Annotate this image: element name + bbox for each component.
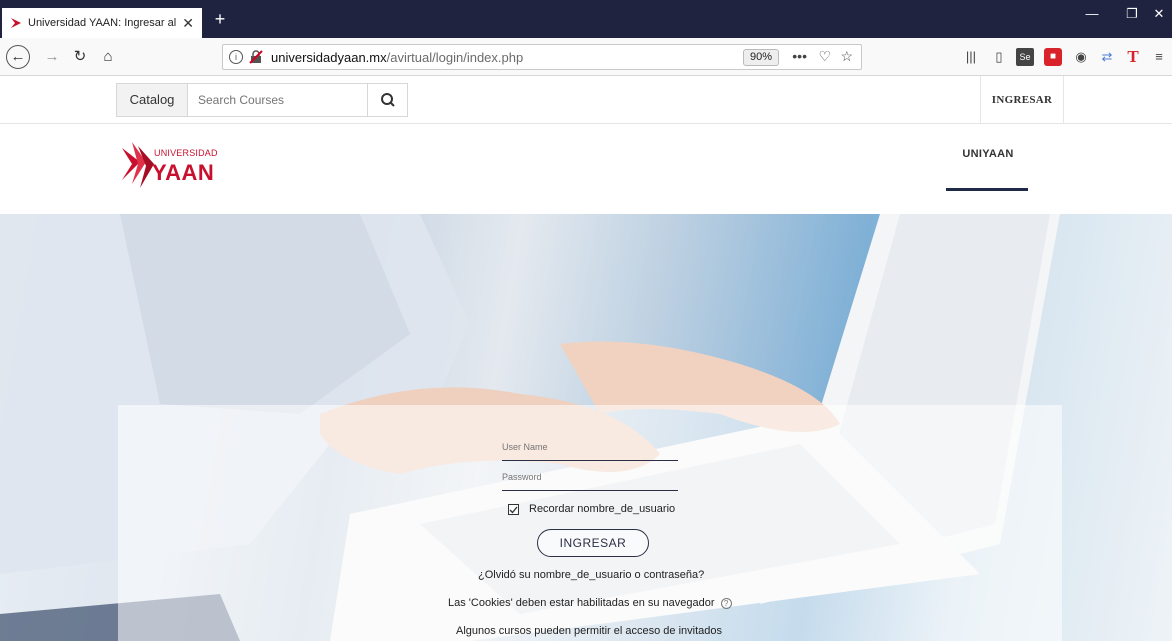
- logo-line-2: YAAN: [152, 160, 215, 185]
- translate-extension-icon[interactable]: ⇄: [1098, 48, 1116, 66]
- browser-navigation-bar: ← → ↻ ⌂ i universidadyaan.mx/avirtual/lo…: [0, 38, 1172, 76]
- search-button[interactable]: [368, 83, 408, 117]
- adblock-extension-icon[interactable]: ■: [1044, 48, 1062, 66]
- home-icon[interactable]: ⌂: [96, 45, 120, 69]
- password-field[interactable]: [502, 469, 678, 491]
- login-submit-button[interactable]: INGRESAR: [537, 529, 649, 557]
- cookies-notice: Las 'Cookies' deben estar habilitadas en…: [448, 597, 732, 609]
- logo-line-1: UNIVERSIDAD: [154, 148, 218, 158]
- site-top-bar: Catalog INGRESAR: [0, 76, 1172, 124]
- pocket-icon[interactable]: ♡: [818, 48, 831, 65]
- url-bar[interactable]: i universidadyaan.mx/avirtual/login/inde…: [222, 44, 862, 70]
- insecure-lock-icon[interactable]: [249, 50, 263, 64]
- sidebar-icon[interactable]: ▯: [990, 48, 1008, 66]
- reload-icon[interactable]: ↻: [68, 45, 92, 69]
- checkmark-icon: [509, 506, 518, 513]
- zoom-level-badge[interactable]: 90%: [742, 49, 779, 66]
- back-arrow-icon[interactable]: ←: [6, 45, 30, 69]
- guest-access-notice: Algunos cursos pueden permitir el acceso…: [456, 625, 722, 637]
- remember-username-checkbox[interactable]: [508, 503, 519, 515]
- search-courses-input[interactable]: [188, 83, 368, 117]
- search-icon: [381, 93, 395, 107]
- info-icon[interactable]: i: [229, 50, 243, 64]
- username-field[interactable]: [502, 439, 678, 461]
- account-icon[interactable]: ◉: [1072, 48, 1090, 66]
- minimize-icon[interactable]: —: [1072, 6, 1112, 21]
- menu-hamburger-icon[interactable]: ≡: [1150, 48, 1168, 66]
- bookmark-star-icon[interactable]: ☆: [840, 48, 853, 65]
- page-actions-icon[interactable]: •••: [792, 48, 807, 64]
- library-icon[interactable]: |||: [962, 48, 980, 66]
- site-header: UNIVERSIDAD YAAN UNIYAAN: [0, 124, 1172, 214]
- forgot-credentials-link[interactable]: ¿Olvidó su nombre_de_usuario o contraseñ…: [478, 569, 704, 581]
- tab-title: Universidad YAAN: Ingresar al s: [28, 17, 179, 29]
- remember-username-row[interactable]: Recordar nombre_de_usuario: [508, 503, 675, 515]
- hero-background-image: Recordar nombre_de_usuario INGRESAR ¿Olv…: [0, 214, 1172, 641]
- selenium-extension-icon[interactable]: Se: [1016, 48, 1034, 66]
- login-top-link[interactable]: INGRESAR: [980, 76, 1064, 124]
- cookies-notice-text: Las 'Cookies' deben estar habilitadas en…: [448, 597, 715, 609]
- help-icon[interactable]: ?: [720, 597, 732, 609]
- menu-item-uniyaan[interactable]: UNIYAAN: [948, 148, 1028, 160]
- forward-arrow-icon[interactable]: →: [40, 45, 64, 69]
- tab-close-icon[interactable]: ✕: [182, 15, 194, 32]
- text-extension-icon[interactable]: T: [1124, 48, 1142, 66]
- new-tab-button[interactable]: +: [208, 8, 232, 32]
- close-window-icon[interactable]: ✕: [1146, 6, 1172, 22]
- universidad-yaan-logo[interactable]: UNIVERSIDAD YAAN: [118, 134, 228, 198]
- menu-active-indicator: [946, 188, 1028, 191]
- url-domain: universidadyaan.mx: [271, 49, 387, 65]
- url-path: /avirtual/login/index.php: [386, 49, 524, 65]
- yaan-favicon-icon: [10, 17, 22, 29]
- remember-username-label: Recordar nombre_de_usuario: [529, 503, 676, 515]
- browser-tab-bar: Universidad YAAN: Ingresar al s ✕ + — ❐ …: [0, 0, 1172, 38]
- login-form-panel: Recordar nombre_de_usuario INGRESAR ¿Olv…: [118, 405, 1062, 641]
- browser-tab[interactable]: Universidad YAAN: Ingresar al s ✕: [2, 8, 202, 38]
- catalog-button[interactable]: Catalog: [116, 83, 188, 117]
